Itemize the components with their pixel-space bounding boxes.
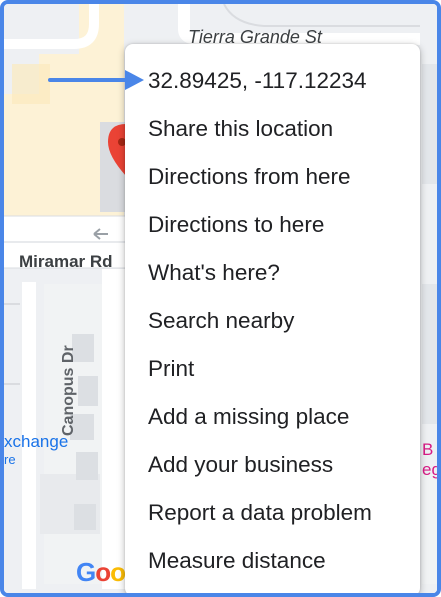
google-logo-letter-g: G bbox=[76, 557, 96, 587]
menu-item-add-missing-place[interactable]: Add a missing place bbox=[125, 393, 420, 441]
poi-label-right[interactable]: B ego bbox=[422, 440, 441, 480]
street-label-miramar: Miramar Rd bbox=[19, 252, 113, 271]
screenshot-frame: Tierra Grande St Miramar Rd Canopus Dr x… bbox=[0, 0, 441, 597]
poi-label-right-line2: ego bbox=[422, 460, 441, 479]
poi-label-exchange-line2: re bbox=[4, 452, 16, 467]
poi-label-exchange-line1: xchange bbox=[4, 432, 69, 451]
menu-item-print[interactable]: Print bbox=[125, 345, 420, 393]
menu-item-coordinates[interactable]: 32.89425, -117.12234 bbox=[125, 57, 420, 105]
menu-item-report-data-problem[interactable]: Report a data problem bbox=[125, 489, 420, 537]
menu-item-add-business[interactable]: Add your business bbox=[125, 441, 420, 489]
poi-label-exchange[interactable]: xchange re bbox=[4, 432, 68, 467]
menu-item-measure-distance[interactable]: Measure distance bbox=[125, 537, 420, 585]
google-logo: Goo bbox=[76, 557, 126, 588]
menu-item-directions-to[interactable]: Directions to here bbox=[125, 201, 420, 249]
street-label-canopus: Canopus Dr bbox=[60, 345, 77, 436]
context-menu: 32.89425, -117.12234 Share this location D… bbox=[125, 44, 420, 593]
menu-item-search-nearby[interactable]: Search nearby bbox=[125, 297, 420, 345]
menu-item-whats-here[interactable]: What's here? bbox=[125, 249, 420, 297]
poi-label-right-line1: B bbox=[422, 440, 434, 459]
google-logo-letter-o2: o bbox=[110, 557, 126, 587]
menu-item-share-location[interactable]: Share this location bbox=[125, 105, 420, 153]
menu-item-directions-from[interactable]: Directions from here bbox=[125, 153, 420, 201]
google-logo-letter-o1: o bbox=[95, 557, 111, 587]
